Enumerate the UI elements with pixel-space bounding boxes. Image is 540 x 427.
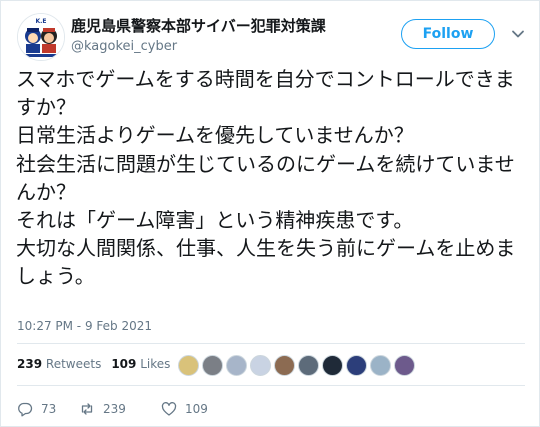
- reply-icon: [18, 402, 33, 417]
- like-count: 109: [185, 402, 208, 416]
- retweets-stat[interactable]: 239 Retweets: [17, 357, 101, 371]
- retweets-stat-label: Retweets: [45, 357, 102, 371]
- liker-avatar[interactable]: [250, 355, 271, 376]
- police-mascot-avatar-icon: K.E: [18, 14, 64, 60]
- liker-avatar[interactable]: [346, 355, 367, 376]
- liker-avatar[interactable]: [298, 355, 319, 376]
- stats-divider-bottom: [17, 385, 525, 386]
- retweet-icon: [81, 403, 93, 415]
- retweets-stat-count: 239: [17, 357, 43, 371]
- display-name[interactable]: 鹿児島県警察本部サイバー犯罪対策課: [71, 15, 326, 36]
- liker-avatar[interactable]: [202, 355, 223, 376]
- account-handle[interactable]: @kagokei_cyber: [71, 39, 177, 54]
- chevron-down-icon[interactable]: [510, 26, 526, 42]
- liker-avatars: [178, 355, 415, 376]
- liker-avatar[interactable]: [178, 355, 199, 376]
- engagement-stats: 239 Retweets 109 Likes: [17, 357, 170, 371]
- likes-stat-count: 109: [111, 357, 137, 371]
- tweet-text: スマホでゲームをする時間を自分でコントロールできますか？ 日常生活よりゲームを優…: [16, 67, 516, 289]
- liker-avatar[interactable]: [226, 355, 247, 376]
- retweet-count: 239: [103, 402, 126, 416]
- liker-avatar[interactable]: [370, 355, 391, 376]
- follow-label: Follow: [422, 26, 474, 42]
- liker-avatar[interactable]: [394, 355, 415, 376]
- liker-avatar[interactable]: [274, 355, 295, 376]
- reply-button[interactable]: 73: [17, 401, 79, 417]
- svg-text:K.E: K.E: [35, 18, 46, 25]
- stats-divider-top: [17, 343, 525, 344]
- tweet-timestamp[interactable]: 10:27 PM - 9 Feb 2021: [17, 319, 152, 333]
- tweet-card: K.E 鹿児島県警察本部サイバー犯罪対策課 @kagokei_cyber Fol…: [0, 0, 540, 427]
- likes-stat-label: Likes: [140, 357, 171, 371]
- retweet-button[interactable]: 239: [79, 401, 161, 417]
- profile-avatar[interactable]: K.E: [17, 13, 65, 61]
- like-button[interactable]: 109: [161, 401, 223, 417]
- heart-icon: [161, 402, 177, 416]
- action-bar: 73 239 109: [17, 401, 223, 417]
- follow-button[interactable]: Follow: [401, 19, 495, 49]
- reply-count: 73: [41, 402, 57, 416]
- liker-avatar[interactable]: [322, 355, 343, 376]
- likes-stat[interactable]: 109 Likes: [111, 357, 170, 371]
